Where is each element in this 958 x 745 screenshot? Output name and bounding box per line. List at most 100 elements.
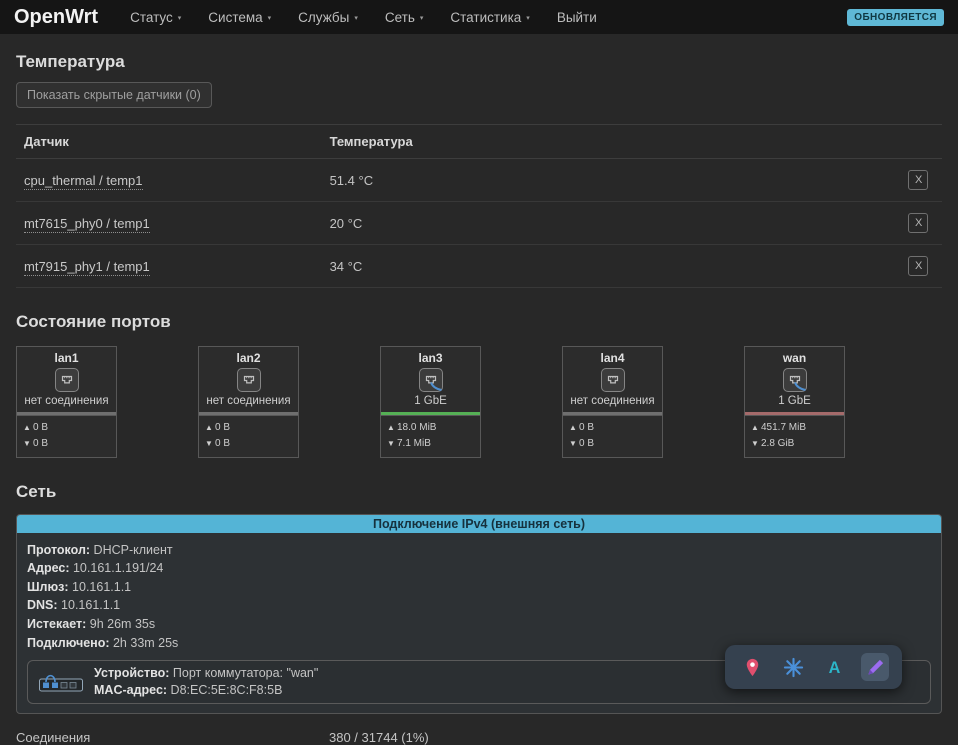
- download-value: 0 B: [33, 438, 49, 449]
- section-title-ports: Состояние портов: [16, 312, 171, 331]
- remove-sensor-button[interactable]: X: [908, 170, 928, 190]
- chevron-down-icon: ▾: [526, 15, 530, 22]
- nav-item-statistics[interactable]: Статистика ▾: [450, 10, 529, 25]
- port-card-wan: wan 1 GbE ▲ 451.7 MiB ▼ 2.8 GiB: [744, 346, 845, 458]
- sensor-cell: cpu_thermal / temp1: [16, 158, 322, 202]
- remove-sensor-button[interactable]: X: [908, 213, 928, 233]
- port-name: lan1: [54, 351, 79, 365]
- ethernet-port-icon: [563, 366, 662, 393]
- section-title-network: Сеть: [16, 482, 57, 501]
- column-header-actions: [896, 124, 942, 159]
- sensor-link[interactable]: mt7915_phy1 / temp1: [24, 258, 150, 276]
- temperature-cell: 51.4 °C: [321, 158, 896, 202]
- port-traffic: ▲ 451.7 MiB ▼ 2.8 GiB: [745, 415, 844, 457]
- pen-icon[interactable]: [861, 653, 889, 681]
- ethernet-port-connected-icon: [381, 366, 480, 393]
- download-icon: ▼: [23, 439, 31, 448]
- table-row: cpu_thermal / temp1 51.4 °C X: [16, 158, 942, 202]
- port-card-lan1: lan1 нет соединения ▲ 0 B ▼ 0 B: [16, 346, 117, 458]
- port-traffic: ▲ 0 B ▼ 0 B: [199, 415, 298, 457]
- device-text: Устройство: Порт коммутатора: "wan" MAC-…: [94, 665, 318, 699]
- field-dns: DNS: 10.161.1.1: [27, 598, 121, 613]
- port-name: wan: [782, 351, 807, 365]
- sensor-link[interactable]: cpu_thermal / temp1: [24, 172, 143, 190]
- switch-port-icon: [38, 670, 84, 694]
- field-address: Адрес: 10.161.1.191/24: [27, 561, 164, 576]
- nav-item-label: Сеть: [384, 9, 415, 25]
- port-status: нет соединения: [24, 395, 109, 407]
- svg-text:A: A: [828, 659, 840, 677]
- port-card-lan3: lan3 1 GbE ▲ 18.0 MiB ▼ 7.1 MiB: [380, 346, 481, 458]
- ethernet-port-icon: [17, 366, 116, 393]
- ethernet-port-icon: [199, 366, 298, 393]
- connections-value: 380 / 31744 (1%): [329, 729, 429, 745]
- main-content: Температура Показать скрытые датчики (0)…: [0, 34, 958, 745]
- nav-item-label: Статус: [130, 9, 173, 25]
- section-title-temperature: Температура: [16, 52, 125, 71]
- red-marker-icon[interactable]: [738, 653, 766, 681]
- nav-item-label: Система: [208, 9, 263, 25]
- show-hidden-sensors-button[interactable]: Показать скрытые датчики (0): [16, 82, 212, 108]
- nav-item-network[interactable]: Сеть ▾: [385, 10, 424, 25]
- upload-icon: ▲: [751, 423, 759, 432]
- download-icon: ▼: [387, 439, 395, 448]
- port-status: нет соединения: [206, 395, 291, 407]
- navbar: OpenWrt Статус ▾ Система ▾ Службы ▾ Сеть…: [0, 0, 958, 34]
- table-row: mt7615_phy0 / temp1 20 °C X: [16, 201, 942, 245]
- column-header-temperature: Температура: [321, 124, 896, 159]
- nav-item-system[interactable]: Система ▾: [208, 10, 271, 25]
- port-card-lan4: lan4 нет соединения ▲ 0 B ▼ 0 B: [562, 346, 663, 458]
- chevron-down-icon: ▾: [354, 15, 358, 22]
- download-icon: ▼: [751, 439, 759, 448]
- download-value: 0 B: [579, 438, 595, 449]
- nav-item-label: Службы: [298, 9, 350, 25]
- table-header-row: Датчик Температура: [16, 124, 942, 159]
- ethernet-port-connected-icon: [745, 366, 844, 393]
- table-row: mt7915_phy1 / temp1 34 °C X: [16, 244, 942, 288]
- field-gateway: Шлюз: 10.161.1.1: [27, 579, 132, 594]
- field-expires: Истекает: 9h 26m 35s: [27, 617, 156, 631]
- chevron-down-icon: ▾: [177, 15, 182, 22]
- upload-value: 451.7 MiB: [761, 422, 807, 433]
- download-icon: ▼: [569, 439, 577, 448]
- nav-item-label: Выйти: [556, 9, 597, 25]
- temperature-cell: 34 °C: [321, 244, 896, 288]
- sensor-link[interactable]: mt7615_phy0 / temp1: [24, 215, 150, 233]
- remove-sensor-button[interactable]: X: [908, 256, 928, 276]
- sensor-cell: mt7615_phy0 / temp1: [16, 201, 322, 245]
- brand: OpenWrt: [14, 5, 99, 28]
- download-icon: ▼: [205, 439, 213, 448]
- download-value: 7.1 MiB: [397, 438, 431, 449]
- upload-value: 0 B: [579, 422, 595, 433]
- port-traffic: ▲ 18.0 MiB ▼ 7.1 MiB: [381, 415, 480, 457]
- sensor-cell: mt7915_phy1 / temp1: [16, 244, 322, 288]
- nav-item-status[interactable]: Статус ▾: [130, 10, 181, 25]
- port-status: 1 GbE: [778, 395, 811, 407]
- annotation-toolbar: A: [725, 645, 902, 689]
- connections-row: Соединения 380 / 31744 (1%): [16, 730, 942, 745]
- upload-value: 0 B: [215, 422, 231, 433]
- temperature-cell: 20 °C: [321, 201, 896, 245]
- device-line: Устройство: Порт коммутатора: "wan": [94, 665, 319, 680]
- port-status: 1 GbE: [414, 395, 447, 407]
- upload-value: 0 B: [33, 422, 49, 433]
- field-protocol: Протокол: DHCP-клиент: [27, 542, 173, 557]
- nav-item-label: Статистика: [450, 9, 522, 25]
- download-value: 0 B: [215, 438, 231, 449]
- port-name: lan4: [600, 351, 625, 365]
- letter-a-icon[interactable]: A: [820, 653, 848, 681]
- refresh-status-badge: ОБНОВЛЯЕТСЯ: [847, 8, 944, 26]
- upload-value: 18.0 MiB: [397, 422, 437, 433]
- upload-icon: ▲: [205, 423, 213, 432]
- port-status: нет соединения: [570, 395, 655, 407]
- upload-icon: ▲: [23, 423, 31, 432]
- column-header-sensor: Датчик: [16, 124, 322, 159]
- nav-item-logout[interactable]: Выйти: [557, 10, 597, 25]
- blue-star-icon[interactable]: [779, 653, 807, 681]
- sensors-table: Датчик Температура cpu_thermal / temp1 5…: [16, 124, 942, 288]
- nav-item-services[interactable]: Службы ▾: [298, 10, 358, 25]
- ipv4-box-header: Подключение IPv4 (внешняя сеть): [17, 515, 941, 533]
- port-name: lan3: [418, 351, 443, 365]
- port-traffic: ▲ 0 B ▼ 0 B: [563, 415, 662, 457]
- download-value: 2.8 GiB: [761, 438, 795, 449]
